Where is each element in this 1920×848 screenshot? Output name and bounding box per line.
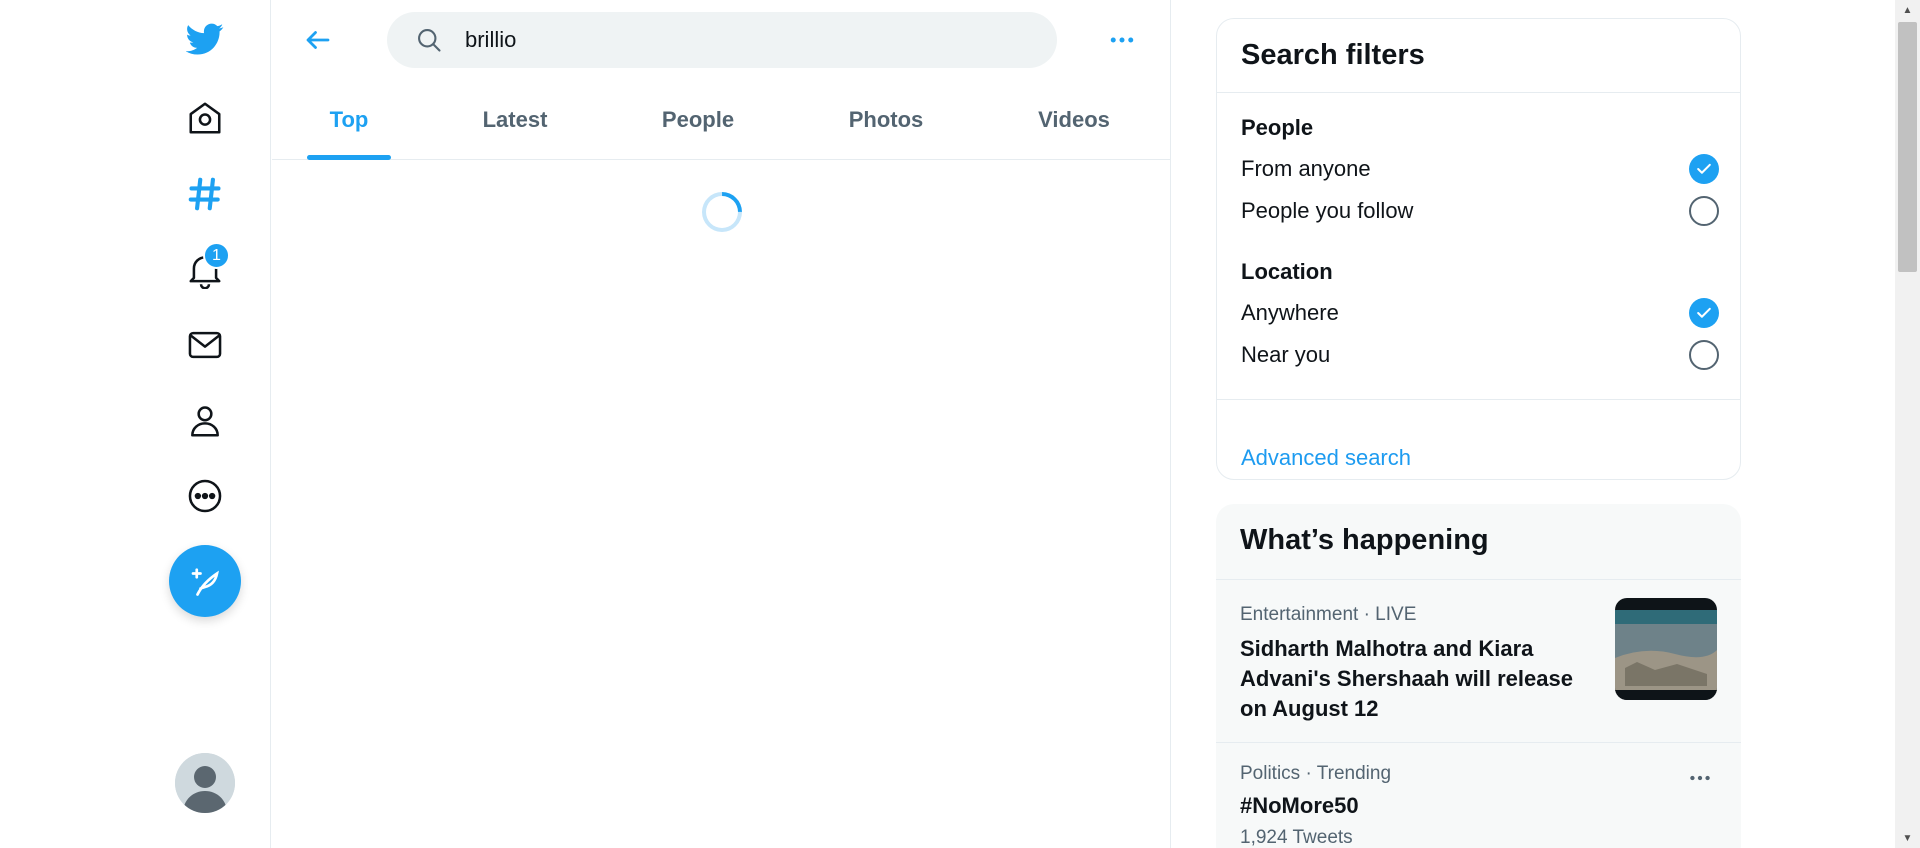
whats-happening-panel: What’s happening Entertainment · LIVE Si…	[1216, 504, 1741, 848]
page-scrollbar[interactable]: ▲ ▼	[1895, 0, 1920, 848]
checkmark-icon[interactable]	[1689, 154, 1719, 184]
search-tabs: Top Latest People Photos Videos	[272, 80, 1170, 160]
filter-option-label: People you follow	[1241, 198, 1414, 223]
profile-person-icon[interactable]	[175, 391, 235, 451]
back-button[interactable]	[296, 18, 340, 62]
trend-item[interactable]: Politics · Trending #NoMore50 1,924 Twee…	[1216, 743, 1741, 848]
trend-headline: Sidharth Malhotra and Kiara Advani's She…	[1240, 636, 1573, 721]
search-results-column: Top Latest People Photos Videos	[272, 0, 1171, 848]
default-avatar-icon	[175, 753, 235, 813]
messages-mail-icon[interactable]	[175, 315, 235, 375]
people-filter-label: People	[1241, 115, 1314, 140]
more-options-icon[interactable]	[175, 466, 235, 526]
search-filters-title: Search filters	[1217, 19, 1740, 93]
trend-tweet-count: 1,924 Tweets	[1240, 827, 1353, 848]
ellipsis-icon	[1690, 775, 1710, 781]
filter-option-label: Near you	[1241, 342, 1331, 367]
radio-unchecked-icon[interactable]	[1689, 340, 1719, 370]
ellipsis-icon	[1110, 37, 1134, 43]
compose-tweet-button[interactable]	[169, 545, 241, 617]
radio-unchecked-icon[interactable]	[1689, 196, 1719, 226]
filter-people-you-follow[interactable]: People you follow	[1241, 190, 1719, 232]
filter-near-you[interactable]: Near you	[1241, 334, 1719, 376]
tab-photos[interactable]: Photos	[792, 80, 980, 160]
home-icon[interactable]	[175, 88, 235, 148]
search-filters-panel: Search filters People From anyone People…	[1216, 18, 1741, 480]
filter-option-label: Anywhere	[1241, 300, 1339, 325]
search-icon	[418, 29, 441, 52]
back-arrow-icon	[306, 31, 330, 49]
whats-happening-title: What’s happening	[1216, 504, 1741, 580]
account-avatar[interactable]	[175, 753, 235, 813]
location-filter-label: Location	[1241, 259, 1333, 284]
trend-more-button[interactable]	[1683, 761, 1717, 795]
loading-spinner	[693, 183, 751, 241]
left-nav-rail: 1	[0, 0, 271, 848]
scroll-thumb[interactable]	[1898, 22, 1917, 272]
trend-meta: Politics · Trending	[1240, 763, 1392, 784]
tab-latest[interactable]: Latest	[426, 80, 604, 160]
scroll-down-arrow-icon[interactable]: ▼	[1895, 828, 1920, 848]
tab-top[interactable]: Top	[272, 80, 426, 160]
checkmark-icon[interactable]	[1689, 298, 1719, 328]
trend-thumbnail-image	[1615, 598, 1717, 700]
feather-plus-icon	[191, 568, 219, 596]
filter-from-anyone[interactable]: From anyone	[1241, 148, 1719, 190]
twitter-logo-icon[interactable]	[175, 9, 235, 69]
advanced-search-link[interactable]: Advanced search	[1241, 445, 1411, 471]
trend-headline: #NoMore50	[1240, 793, 1359, 818]
tab-videos[interactable]: Videos	[980, 80, 1168, 160]
search-more-button[interactable]	[1100, 18, 1144, 62]
explore-hashtag-icon[interactable]	[175, 164, 235, 224]
tab-people[interactable]: People	[604, 80, 792, 160]
filter-option-label: From anyone	[1241, 156, 1371, 181]
divider	[1217, 399, 1740, 400]
trend-meta: Entertainment · LIVE	[1240, 604, 1417, 625]
search-bar[interactable]	[387, 12, 1057, 68]
search-input[interactable]	[465, 27, 1025, 53]
scroll-up-arrow-icon[interactable]: ▲	[1895, 0, 1920, 20]
notification-count-badge: 1	[203, 242, 230, 269]
filter-anywhere[interactable]: Anywhere	[1241, 292, 1719, 334]
trend-item[interactable]: Entertainment · LIVE Sidharth Malhotra a…	[1216, 580, 1741, 743]
